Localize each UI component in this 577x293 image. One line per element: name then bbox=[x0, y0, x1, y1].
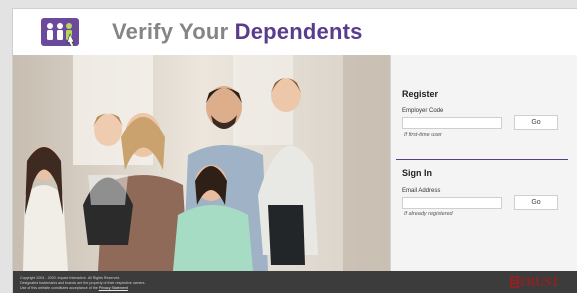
family-photo bbox=[13, 55, 390, 271]
trust-badge-text: TRUST bbox=[518, 274, 559, 289]
trademarks-text: Designated trademarks and brands are the… bbox=[20, 281, 146, 285]
copyright-text: Copyright 2004 - 2020. Impact Interactiv… bbox=[20, 276, 121, 280]
usage-text: Use of this website constitutes acceptan… bbox=[20, 286, 128, 290]
login-panel: Register Employer Code Go If first-time … bbox=[390, 55, 577, 271]
employer-code-label: Employer Code bbox=[402, 108, 444, 114]
page-title: Verify Your Dependents bbox=[112, 19, 363, 45]
page-frame: Verify Your Dependents Register Employer… bbox=[12, 8, 577, 293]
email-address-label: Email Address bbox=[402, 188, 441, 194]
register-hint: If first-time user bbox=[404, 132, 442, 138]
panel-divider bbox=[396, 159, 568, 160]
register-heading: Register bbox=[402, 89, 439, 99]
signin-go-button[interactable]: Go bbox=[514, 195, 558, 210]
email-address-input[interactable] bbox=[402, 197, 502, 209]
privacy-statement-link[interactable]: Privacy Statement bbox=[99, 286, 128, 290]
footer: Copyright 2004 - 2020. Impact Interactiv… bbox=[13, 271, 577, 293]
usage-prefix: Use of this website constitutes acceptan… bbox=[20, 286, 98, 290]
employer-code-input[interactable] bbox=[402, 117, 502, 129]
register-go-button[interactable]: Go bbox=[514, 115, 558, 130]
family-users-icon bbox=[41, 18, 79, 46]
page-title-part1: Verify Your bbox=[112, 19, 229, 44]
header: Verify Your Dependents bbox=[13, 9, 577, 55]
truste-seal-icon[interactable]: TRUST bbox=[509, 274, 559, 290]
signin-hint: If already registered bbox=[404, 211, 453, 217]
page-title-part2: Dependents bbox=[234, 19, 363, 44]
signin-heading: Sign In bbox=[402, 168, 432, 178]
